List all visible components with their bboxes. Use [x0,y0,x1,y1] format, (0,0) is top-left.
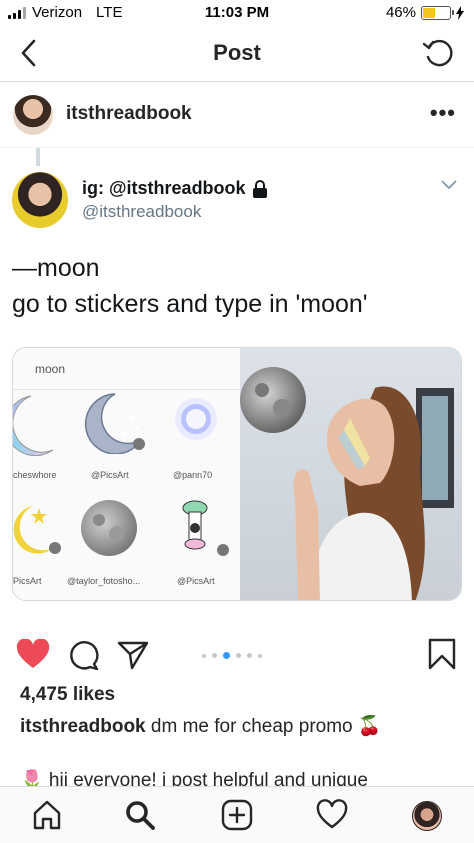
tweet-display-name-text: ig: @itsthreadbook [82,178,246,198]
carousel-dot [202,653,206,658]
tweet-avatar [12,172,68,228]
tweet-handle: @itsthreadbook [82,202,202,221]
caption-text: dm me for cheap promo 🍒 [145,716,382,737]
glitter-moon-sticker [84,393,145,454]
battery-percent: 46% [385,4,416,21]
new-post-icon[interactable] [221,799,253,831]
status-bar: Verizon LTE 11:03 PM 46% [0,0,474,26]
sticker-caption: @PicsArt [177,576,215,586]
carousel-dot-active [223,652,230,659]
tweet-display-name: ig: @itsthreadbook [82,178,268,199]
sticker-caption: @PicsArt [91,470,129,480]
thread-line [36,148,40,166]
avatar[interactable] [13,95,53,135]
lock-icon [252,179,267,198]
carousel-dot [247,653,252,658]
likes-count[interactable]: 4,475 likes [20,684,115,706]
sticker-search-text: moon [35,362,66,376]
caption-username[interactable]: itsthreadbook [20,716,146,737]
post-username[interactable]: itsthreadbook [66,103,192,125]
refresh-icon[interactable] [420,35,456,71]
crescent-moon-sticker [13,395,54,456]
carousel-dot [258,653,262,658]
tweet-text-line2: go to stickers and type in 'moon' [12,290,368,318]
post-header: itsthreadbook ••• [0,82,474,148]
chevron-down-icon [441,180,457,190]
activity-icon[interactable] [316,799,348,831]
tab-bar [0,786,474,843]
glowing-moon-sticker [175,398,217,440]
profile-avatar[interactable] [412,801,442,831]
sticker-caption: @taylor_fotosho... [67,576,141,586]
sticker-caption: @pann70 [173,470,213,480]
full-moon-sticker [81,500,137,556]
charging-icon [456,5,464,20]
carousel-dot [212,653,217,658]
home-icon[interactable] [31,799,63,831]
photo-illustration [240,367,454,600]
caption: itsthreadbook dm me for cheap promo 🍒 [20,714,382,738]
sticker-search-bar: moon [13,348,240,390]
nav-bar: Post [0,26,474,82]
bookmark-icon[interactable] [428,638,456,670]
status-right: 46% [386,4,464,21]
search-icon[interactable] [124,799,156,831]
battery-icon [421,5,454,20]
moon-portrait-photo [240,348,461,600]
carousel-dot [236,653,241,658]
sticker-caption: PicsArt [13,576,42,586]
share-icon[interactable] [117,640,149,670]
sticker-caption: cheswhore [13,470,57,480]
carousel-dots [202,652,262,659]
tweet-text-line1: —moon [12,254,100,282]
comment-icon[interactable] [68,640,100,670]
more-icon[interactable]: ••• [430,100,456,126]
caption-second-line: 🌷 hii everyone! i post helpful and uniqu… [20,770,368,786]
battery-fill [423,7,435,18]
mushroom-moon-sticker [182,500,229,556]
post-actions [0,633,474,677]
tweet-media: moon cheswhore @PicsArt @pann70 PicsArt [12,347,462,601]
page-title: Post [213,40,261,65]
gold-moon-star-sticker [13,506,61,554]
tweet-text: —moon go to stickers and type in 'moon' [12,250,368,322]
heart-filled-icon[interactable] [16,639,50,669]
sticker-search-screenshot: moon cheswhore @PicsArt @pann70 PicsArt [13,348,240,600]
